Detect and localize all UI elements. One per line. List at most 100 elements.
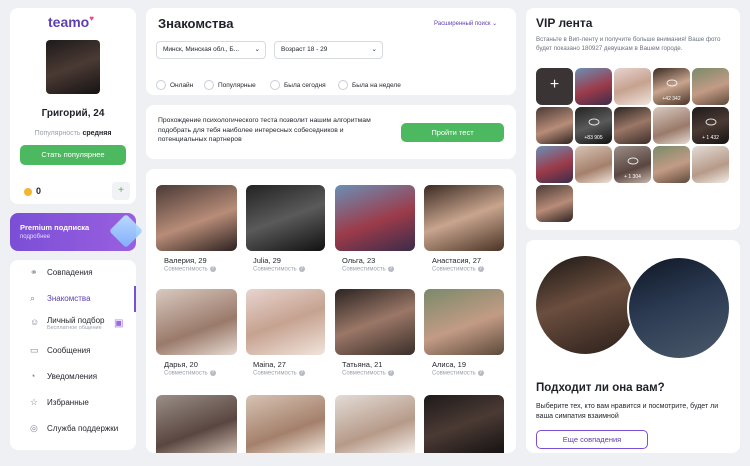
match-text: Выберите тех, кто вам нравится и посмотр… bbox=[536, 403, 719, 420]
sidebar-item-matches[interactable]: ⚭ Совпадения bbox=[30, 267, 93, 278]
compatibility-label: Совместимость? bbox=[342, 266, 394, 273]
sidebar-item-notifications[interactable]: ◔ Уведомления bbox=[30, 371, 97, 382]
plus-icon: + bbox=[549, 76, 560, 93]
vip-photo[interactable] bbox=[536, 185, 573, 222]
match-photo-left[interactable] bbox=[536, 256, 634, 354]
search-card: Знакомства Расширенный поиск ⌄ Минск, Ми… bbox=[146, 8, 516, 95]
vip-photo[interactable] bbox=[614, 68, 651, 105]
sidebar-menu: ⚭ Совпадения ⌕ Знакомства ☺ Личный подбор Б… bbox=[10, 260, 136, 450]
sidebar-item-messages[interactable]: ▭ Сообщения bbox=[30, 345, 90, 356]
profile-name: Григорий, 24 bbox=[41, 108, 105, 119]
filter-today-checkbox[interactable] bbox=[270, 80, 280, 90]
premium-banner[interactable]: Premium подписка подробнее bbox=[10, 213, 143, 251]
more-matches-button[interactable]: Еще совпадения bbox=[536, 430, 648, 449]
compatibility-label: Совместимость? bbox=[432, 370, 484, 377]
question-icon[interactable]: ? bbox=[477, 370, 484, 376]
person-name[interactable]: Дарья, 20 bbox=[164, 360, 198, 369]
vip-photo[interactable] bbox=[692, 68, 729, 105]
filter-popular-checkbox[interactable] bbox=[204, 80, 214, 90]
person-name[interactable]: Ольга, 23 bbox=[342, 256, 375, 265]
profile-card: teamo♥ Григорий, 24 Популярность средняя… bbox=[10, 8, 136, 204]
person-photo[interactable] bbox=[424, 289, 504, 355]
person-name[interactable]: Maina, 27 bbox=[253, 360, 286, 369]
sidebar-item-support[interactable]: ◎ Служба поддержки bbox=[30, 423, 118, 434]
chevron-down-icon: ⌄ bbox=[371, 46, 377, 53]
chat-icon: ▭ bbox=[30, 345, 39, 355]
vip-add-button[interactable]: + bbox=[536, 68, 573, 105]
person-photo[interactable] bbox=[246, 395, 325, 453]
advanced-search-link[interactable]: Расширенный поиск ⌄ bbox=[434, 20, 497, 27]
hearts-icon: ⚭ bbox=[30, 267, 38, 277]
sidebar-item-search[interactable]: ⌕ Знакомства bbox=[30, 294, 91, 304]
match-title: Подходит ли она вам? bbox=[536, 382, 665, 394]
heart-icon: ♥ bbox=[89, 14, 94, 23]
person-photo[interactable] bbox=[246, 185, 325, 251]
person-name[interactable]: Julia, 29 bbox=[253, 256, 281, 265]
person-photo[interactable] bbox=[156, 185, 237, 251]
person-photo[interactable] bbox=[424, 185, 504, 251]
eye-icon bbox=[705, 118, 716, 126]
person-name[interactable]: Валерия, 29 bbox=[164, 256, 207, 265]
question-icon[interactable]: ? bbox=[477, 266, 484, 272]
person-photo[interactable] bbox=[246, 289, 325, 355]
eye-icon bbox=[666, 79, 677, 87]
vip-photo[interactable]: +42 342 bbox=[653, 68, 690, 105]
person-photo[interactable] bbox=[335, 185, 415, 251]
vip-photo[interactable] bbox=[536, 107, 573, 144]
filter-week-checkbox[interactable] bbox=[338, 80, 348, 90]
people-grid: Валерия, 29 Совместимость? Julia, 29 Сов… bbox=[146, 169, 516, 453]
coin-icon bbox=[24, 188, 32, 196]
person-name[interactable]: Татьяна, 21 bbox=[342, 360, 382, 369]
person-photo[interactable] bbox=[156, 289, 237, 355]
person-icon: ☺ bbox=[30, 317, 40, 327]
question-icon[interactable]: ? bbox=[387, 370, 394, 376]
person-photo[interactable] bbox=[156, 395, 237, 453]
question-icon[interactable]: ? bbox=[387, 266, 394, 272]
popularity: Популярность средняя bbox=[34, 130, 112, 137]
sidebar-item-favorites[interactable]: ☆ Избранные bbox=[30, 398, 89, 408]
become-popular-button[interactable]: Стать популярнее bbox=[20, 145, 126, 165]
vip-photo[interactable] bbox=[575, 68, 612, 105]
person-photo[interactable] bbox=[335, 289, 415, 355]
avatar[interactable] bbox=[46, 40, 100, 94]
logo[interactable]: teamo♥ bbox=[48, 14, 94, 30]
vip-photo[interactable] bbox=[653, 107, 690, 144]
filter-week-label: Была на неделе bbox=[352, 82, 401, 89]
vip-photo[interactable]: + 1 432 bbox=[692, 107, 729, 144]
question-icon[interactable]: ? bbox=[298, 266, 305, 272]
question-icon[interactable]: ? bbox=[209, 266, 216, 272]
vip-photo[interactable] bbox=[536, 146, 573, 183]
vip-photo[interactable] bbox=[653, 146, 690, 183]
vip-photo[interactable]: +83 905 bbox=[575, 107, 612, 144]
person-photo[interactable] bbox=[335, 395, 415, 453]
filter-online-checkbox[interactable] bbox=[156, 80, 166, 90]
gift-icon: ▣ bbox=[114, 318, 124, 329]
age-select[interactable]: Возраст 18 - 29 ⌄ bbox=[274, 41, 383, 59]
compatibility-label: Совместимость? bbox=[164, 266, 216, 273]
person-name[interactable]: Анастасия, 27 bbox=[432, 256, 481, 265]
chevron-down-icon: ⌄ bbox=[254, 46, 260, 53]
question-icon[interactable]: ? bbox=[298, 370, 305, 376]
coins-balance: 0 bbox=[36, 186, 42, 196]
compatibility-label: Совместимость? bbox=[253, 266, 305, 273]
premium-subtitle: подробнее bbox=[20, 234, 51, 240]
question-icon[interactable]: ? bbox=[209, 370, 216, 376]
take-test-button[interactable]: Пройти тест bbox=[401, 123, 504, 142]
vip-photo[interactable] bbox=[692, 146, 729, 183]
filter-popular-label: Популярные bbox=[218, 82, 256, 89]
vip-photo[interactable]: + 1 304 bbox=[614, 146, 651, 183]
bell-icon: ◔ bbox=[30, 371, 36, 381]
vip-photo[interactable] bbox=[575, 146, 612, 183]
compatibility-label: Совместимость? bbox=[432, 266, 484, 273]
person-name[interactable]: Алиса, 19 bbox=[432, 360, 466, 369]
sidebar-item-personal[interactable]: ☺ Личный подбор Бесплатное общение bbox=[30, 316, 105, 331]
person-photo[interactable] bbox=[424, 395, 504, 453]
support-icon: ◎ bbox=[30, 423, 38, 433]
vip-photo[interactable] bbox=[614, 107, 651, 144]
vip-title: VIP лента bbox=[536, 16, 593, 30]
match-photo-right[interactable] bbox=[627, 256, 731, 360]
add-coins-button[interactable]: + bbox=[112, 182, 130, 200]
filter-online-label: Онлайн bbox=[170, 82, 194, 89]
filter-today-label: Была сегодня bbox=[284, 82, 326, 89]
location-select[interactable]: Минск, Минская обл., Б... ⌄ bbox=[156, 41, 266, 59]
